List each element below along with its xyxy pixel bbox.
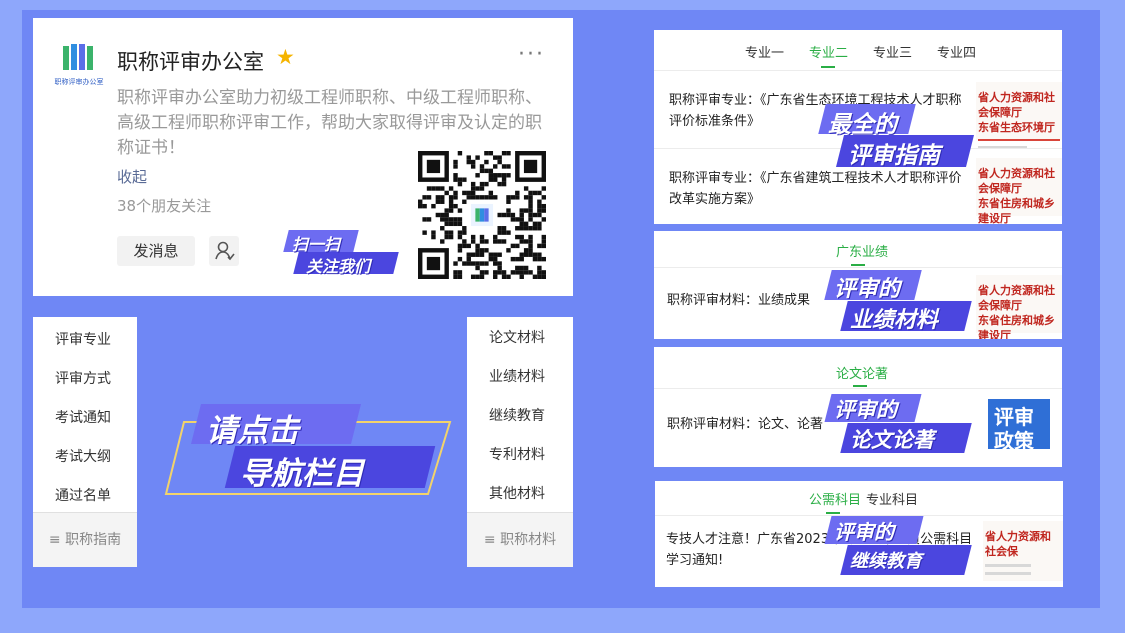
review-guide-text: 评审指南 [848, 143, 940, 169]
tab-major-4[interactable]: 专业四 [937, 42, 976, 61]
article-thumbnail[interactable]: 省人力资源和社会保障厅 东省住房和城乡建设厅 [976, 275, 1062, 339]
menu-tab-materials[interactable]: ≡ 职称材料 [467, 512, 573, 567]
tab-divider [654, 388, 1062, 389]
active-tab-underline [851, 264, 865, 266]
more-options-icon[interactable]: ··· [518, 42, 545, 67]
menu-item-paper[interactable]: 论文材料 [489, 327, 595, 347]
menu-item-pass-list[interactable]: 通过名单 [55, 485, 159, 505]
tab-paper[interactable]: 论文论著 [836, 363, 888, 382]
review-policy-badge[interactable]: 评审 政策 [986, 397, 1052, 453]
continuing-education-sticker: 评审的 继续教育 [818, 514, 983, 578]
menu-item-review-method[interactable]: 评审方式 [55, 368, 159, 388]
tab-major-3[interactable]: 专业三 [873, 42, 912, 61]
tab-guangdong-performance[interactable]: 广东业绩 [836, 241, 888, 260]
send-message-button[interactable]: 发消息 [117, 236, 195, 266]
article-thumbnail[interactable]: 省人力资源和社会保障厅 东省住房和城乡建设厅 [976, 158, 1062, 224]
follow-us-text: 关注我们 [306, 257, 371, 276]
article-construction[interactable]: 职称评审专业：《广东省建筑工程技术人才职称评价改革实施方案》 [669, 168, 974, 210]
account-title: 职称评审办公室 [117, 50, 264, 74]
active-tab-underline [821, 66, 835, 68]
tab-divider [654, 70, 1062, 71]
tab-major-2[interactable]: 专业二 [809, 42, 848, 61]
performance-sticker: 评审的 业绩材料 [818, 268, 983, 334]
menu-lines-icon: ≡ [483, 532, 501, 548]
menu-guide: 评审专业 评审方式 考试通知 考试大纲 通过名单 ≡ 职称指南 [33, 317, 137, 567]
performance-materials-text: 业绩材料 [850, 308, 939, 333]
qr-code [418, 151, 546, 279]
click-nav-sticker: 请点击 导航栏目 [160, 398, 460, 498]
collapse-link[interactable]: 收起 [117, 166, 147, 187]
policy-line2: 政策 [994, 429, 1034, 453]
most-complete-text: 最全的 [828, 112, 897, 138]
friend-icon-button[interactable] [209, 236, 239, 266]
followers-count: 38个朋友关注 [117, 197, 212, 215]
menu-lines-icon: ≡ [48, 532, 66, 548]
tab-professional-subjects[interactable]: 专业科目 [866, 489, 918, 508]
tab-public-subjects[interactable]: 公需科目 [809, 489, 861, 508]
account-logo: 职称评审办公室 [55, 44, 104, 86]
article-thumbnail[interactable]: 省人力资源和社会保 [983, 521, 1063, 581]
scan-follow-sticker: 扫一扫 关注我们 [272, 228, 407, 276]
scan-text: 扫一扫 [292, 235, 341, 254]
person-icon [215, 241, 235, 261]
account-description: 职称评审办公室助力初级工程师职称、中级工程师职称、高级工程师职称评审工作，帮助大… [117, 88, 542, 158]
menu-tab-guide[interactable]: ≡ 职称指南 [33, 512, 137, 567]
star-icon[interactable]: ★ [276, 45, 295, 69]
article-thumbnail[interactable]: 省人力资源和社会保障厅 东省生态环境厅 [976, 82, 1062, 149]
menu-item-patent[interactable]: 专利材料 [489, 444, 595, 464]
paper-sticker: 评审的 论文论著 [818, 392, 983, 456]
active-tab-underline [853, 385, 867, 387]
review-of-text: 评审的 [834, 277, 901, 302]
review-of-text: 评审的 [834, 398, 897, 422]
menu-item-review-major[interactable]: 评审专业 [55, 329, 159, 349]
continuing-education-text: 继续教育 [850, 551, 922, 572]
tab-major-1[interactable]: 专业一 [745, 42, 784, 61]
review-guide-sticker: 最全的 评审指南 [800, 102, 985, 170]
papers-text: 论文论著 [850, 428, 934, 452]
menu-item-performance[interactable]: 业绩材料 [489, 366, 595, 386]
menu-item-exam-syllabus[interactable]: 考试大纲 [55, 446, 159, 466]
menu-item-other[interactable]: 其他材料 [489, 483, 595, 503]
menu-item-exam-notice[interactable]: 考试通知 [55, 407, 159, 427]
logo-caption: 职称评审办公室 [55, 77, 104, 86]
menu-materials: 论文材料 业绩材料 继续教育 专利材料 其他材料 ≡ 职称材料 [467, 317, 573, 567]
review-of-text: 评审的 [834, 520, 894, 544]
nav-text: 导航栏目 [240, 456, 364, 492]
click-text: 请点击 [206, 413, 299, 449]
menu-item-continuing-education[interactable]: 继续教育 [489, 405, 595, 425]
